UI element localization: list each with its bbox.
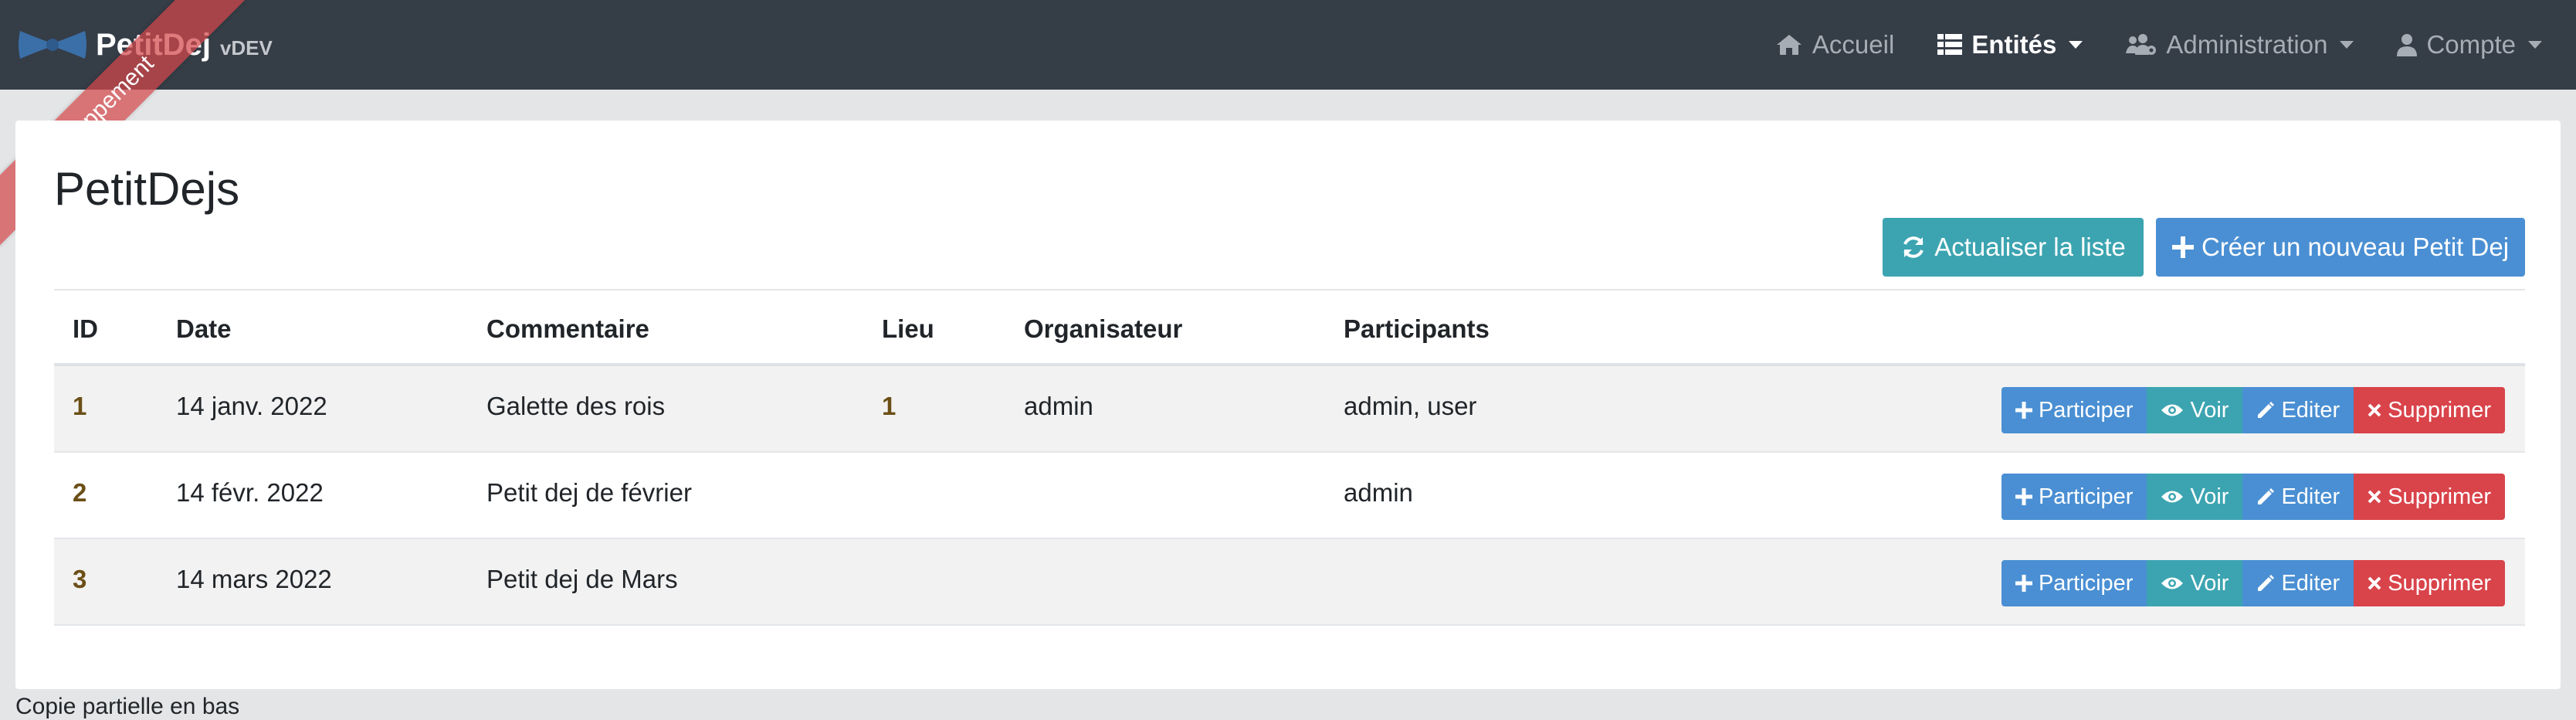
nav-item-entites[interactable]: Entités (1937, 30, 2083, 59)
edit-label: Editer (2281, 484, 2340, 509)
close-icon (2368, 490, 2381, 504)
row-date: 14 mars 2022 (176, 565, 332, 593)
header-date[interactable]: Date (176, 290, 232, 368)
view-button[interactable]: Voir (2147, 560, 2243, 606)
chevron-down-icon (2528, 41, 2542, 49)
nav-item-administration[interactable]: Administration (2126, 30, 2354, 59)
close-icon (2368, 403, 2381, 417)
sync-icon (1903, 236, 1924, 258)
footer-text: Copie partielle en bas (15, 694, 240, 719)
edit-button[interactable]: Editer (2242, 474, 2354, 520)
nav-item-label: Compte (2426, 30, 2516, 59)
nav-item-label: Accueil (1812, 30, 1895, 59)
participate-button[interactable]: Participer (2001, 560, 2147, 606)
home-icon (1776, 35, 1802, 55)
row-commentaire: Petit dej de Mars (486, 565, 678, 593)
main-card: PetitDejs Actualiser la liste Créer un n… (15, 121, 2561, 689)
table-row: 2 14 févr. 2022 Petit dej de février adm… (54, 453, 2525, 539)
nav-item-compte[interactable]: Compte (2397, 30, 2542, 59)
row-participants: admin (1344, 478, 1413, 507)
view-button[interactable]: Voir (2147, 387, 2243, 433)
nav-item-label: Entités (1971, 30, 2057, 59)
delete-button[interactable]: Supprimer (2354, 387, 2505, 433)
brand-version: vDEV (219, 36, 273, 59)
edit-label: Editer (2281, 397, 2340, 423)
edit-button[interactable]: Editer (2242, 387, 2354, 433)
participate-button[interactable]: Participer (2001, 387, 2147, 433)
view-label: Voir (2190, 484, 2229, 509)
edit-label: Editer (2281, 570, 2340, 596)
list-icon (1937, 34, 1963, 55)
petitdej-table: ID Date Commentaire Lieu Organisateur Pa… (54, 289, 2525, 626)
nav-item-label: Administration (2166, 30, 2328, 59)
row-participants: admin, user (1344, 392, 1477, 420)
plus-icon (2015, 488, 2032, 505)
view-label: Voir (2190, 570, 2229, 596)
page-title: PetitDejs (54, 163, 240, 215)
users-cog-icon (2126, 34, 2157, 55)
delete-label: Supprimer (2388, 570, 2491, 596)
chevron-down-icon (2340, 41, 2354, 49)
row-date: 14 févr. 2022 (176, 478, 324, 507)
participate-button[interactable]: Participer (2001, 474, 2147, 520)
header-participants[interactable]: Participants (1344, 290, 1490, 368)
eye-icon (2161, 491, 2184, 503)
bowtie-logo-icon (19, 31, 86, 59)
row-actions: Participer Voir Editer Supprimer (2001, 560, 2505, 606)
row-date: 14 janv. 2022 (176, 392, 327, 420)
plus-icon (2171, 236, 2194, 258)
delete-label: Supprimer (2388, 484, 2491, 509)
close-icon (2368, 576, 2381, 590)
row-commentaire: Galette des rois (486, 392, 666, 420)
refresh-list-label: Actualiser la liste (1934, 233, 2126, 261)
delete-button[interactable]: Supprimer (2354, 474, 2505, 520)
header-organisateur[interactable]: Organisateur (1024, 290, 1182, 368)
brand-name: PetitDej (96, 27, 211, 62)
row-id-link[interactable]: 1 (73, 366, 86, 453)
chevron-down-icon (2069, 41, 2083, 49)
view-label: Voir (2190, 397, 2229, 423)
header-lieu[interactable]: Lieu (882, 290, 934, 368)
brand[interactable]: PetitDej vDEV (17, 28, 273, 63)
refresh-list-button[interactable]: Actualiser la liste (1883, 218, 2144, 277)
row-actions: Participer Voir Editer Supprimer (2001, 387, 2505, 433)
edit-button[interactable]: Editer (2242, 560, 2354, 606)
pencil-icon (2258, 488, 2275, 504)
create-petitdej-button[interactable]: Créer un nouveau Petit Dej (2156, 218, 2525, 277)
header-id[interactable]: ID (73, 290, 98, 368)
nav-menu: Accueil Entités Administration Compte (1732, 0, 2542, 90)
row-lieu-link[interactable]: 1 (882, 366, 896, 453)
participate-label: Participer (2038, 484, 2134, 509)
header-commentaire[interactable]: Commentaire (486, 290, 649, 368)
row-commentaire: Petit dej de février (486, 478, 692, 507)
table-header: ID Date Commentaire Lieu Organisateur Pa… (54, 289, 2525, 366)
table-row: 3 14 mars 2022 Petit dej de Mars Partici… (54, 539, 2525, 626)
view-button[interactable]: Voir (2147, 474, 2243, 520)
delete-label: Supprimer (2388, 397, 2491, 423)
row-id-link[interactable]: 3 (73, 539, 86, 626)
row-organisateur: admin (1024, 392, 1093, 420)
navbar: PetitDej vDEV Accueil Entités Administra… (0, 0, 2576, 90)
pencil-icon (2258, 575, 2275, 591)
create-petitdej-label: Créer un nouveau Petit Dej (2201, 233, 2510, 261)
plus-icon (2015, 402, 2032, 419)
table-row: 1 14 janv. 2022 Galette des rois 1 admin… (54, 366, 2525, 453)
delete-button[interactable]: Supprimer (2354, 560, 2505, 606)
nav-item-accueil[interactable]: Accueil (1775, 30, 1894, 59)
pencil-icon (2258, 402, 2275, 418)
row-actions: Participer Voir Editer Supprimer (2001, 474, 2505, 520)
row-id-link[interactable]: 2 (73, 453, 86, 539)
participate-label: Participer (2038, 570, 2134, 596)
participate-label: Participer (2038, 397, 2134, 423)
eye-icon (2161, 404, 2184, 416)
eye-icon (2161, 577, 2184, 589)
user-icon (2397, 34, 2418, 56)
plus-icon (2015, 575, 2032, 592)
